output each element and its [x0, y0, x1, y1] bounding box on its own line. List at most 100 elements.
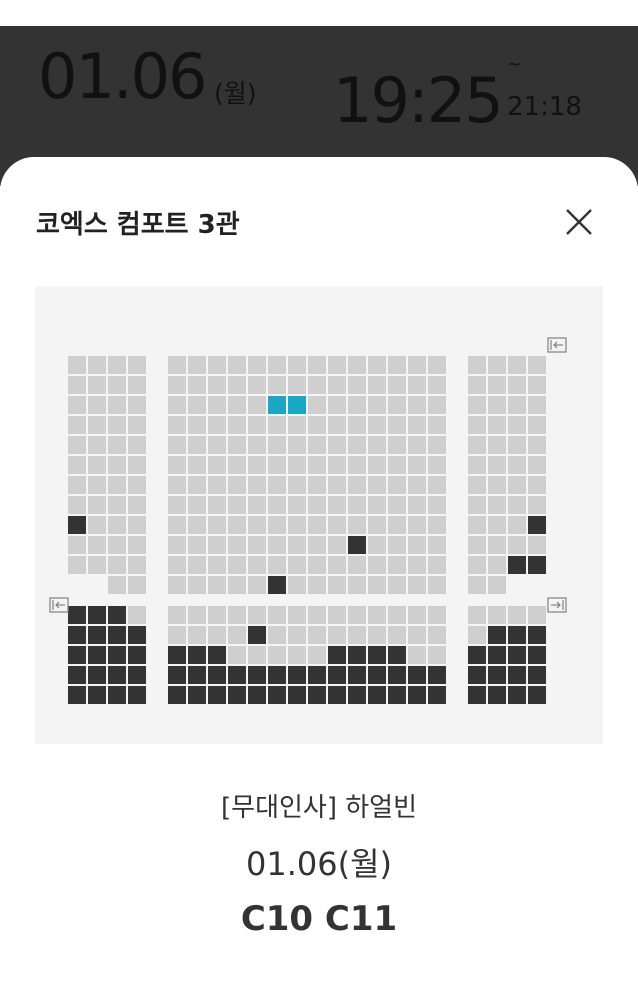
seat-left-4-0[interactable]	[68, 436, 86, 454]
seat-center-3-12[interactable]	[408, 416, 426, 434]
seat-left-10-2[interactable]	[108, 556, 126, 574]
seat-center-6-11[interactable]	[388, 476, 406, 494]
seat-center-6-1[interactable]	[188, 476, 206, 494]
seat-center-1-5[interactable]	[268, 376, 286, 394]
seat-center-13-3[interactable]	[228, 626, 246, 644]
seat-left-0-1[interactable]	[88, 356, 106, 374]
seat-left-7-3[interactable]	[128, 496, 146, 514]
seat-right-0-2[interactable]	[508, 356, 526, 374]
seat-left-9-3[interactable]	[128, 536, 146, 554]
seat-center-8-12[interactable]	[408, 516, 426, 534]
seat-center-5-6[interactable]	[288, 456, 306, 474]
seat-center-12-7[interactable]	[308, 606, 326, 624]
seat-center-4-9[interactable]	[348, 436, 366, 454]
seat-center-9-11[interactable]	[388, 536, 406, 554]
seat-center-10-8[interactable]	[328, 556, 346, 574]
seat-center-12-11[interactable]	[388, 606, 406, 624]
seat-center-12-5[interactable]	[268, 606, 286, 624]
seat-right-12-2[interactable]	[508, 606, 526, 624]
seat-center-6-5[interactable]	[268, 476, 286, 494]
seat-center-5-3[interactable]	[228, 456, 246, 474]
seat-left-0-2[interactable]	[108, 356, 126, 374]
seat-right-11-0[interactable]	[468, 576, 486, 594]
seat-center-6-0[interactable]	[168, 476, 186, 494]
seat-center-2-2[interactable]	[208, 396, 226, 414]
seat-center-13-13[interactable]	[428, 626, 446, 644]
seat-center-3-5[interactable]	[268, 416, 286, 434]
seat-center-5-2[interactable]	[208, 456, 226, 474]
seat-center-2-7[interactable]	[308, 396, 326, 414]
seat-center-9-6[interactable]	[288, 536, 306, 554]
seat-center-8-4[interactable]	[248, 516, 266, 534]
seat-center-8-13[interactable]	[428, 516, 446, 534]
seat-center-10-13[interactable]	[428, 556, 446, 574]
seat-center-3-7[interactable]	[308, 416, 326, 434]
seat-right-6-1[interactable]	[488, 476, 506, 494]
seat-center-7-8[interactable]	[328, 496, 346, 514]
seat-left-5-1[interactable]	[88, 456, 106, 474]
seat-left-0-0[interactable]	[68, 356, 86, 374]
seat-right-7-0[interactable]	[468, 496, 486, 514]
seat-center-4-8[interactable]	[328, 436, 346, 454]
seat-center-12-4[interactable]	[248, 606, 266, 624]
seat-center-10-12[interactable]	[408, 556, 426, 574]
seat-center-12-6[interactable]	[288, 606, 306, 624]
seat-center-9-13[interactable]	[428, 536, 446, 554]
seat-center-9-1[interactable]	[188, 536, 206, 554]
seat-right-10-1[interactable]	[488, 556, 506, 574]
seat-center-13-0[interactable]	[168, 626, 186, 644]
seat-center-8-1[interactable]	[188, 516, 206, 534]
seat-center-7-2[interactable]	[208, 496, 226, 514]
seat-center-3-4[interactable]	[248, 416, 266, 434]
seat-right-10-0[interactable]	[468, 556, 486, 574]
seat-center-4-6[interactable]	[288, 436, 306, 454]
seat-center-5-10[interactable]	[368, 456, 386, 474]
seat-left-2-1[interactable]	[88, 396, 106, 414]
seat-right-5-1[interactable]	[488, 456, 506, 474]
seat-center-2-9[interactable]	[348, 396, 366, 414]
seat-right-3-0[interactable]	[468, 416, 486, 434]
seat-right-3-1[interactable]	[488, 416, 506, 434]
seat-left-7-2[interactable]	[108, 496, 126, 514]
seat-center-11-12[interactable]	[408, 576, 426, 594]
seat-right-9-1[interactable]	[488, 536, 506, 554]
seat-center-7-1[interactable]	[188, 496, 206, 514]
seat-center-11-1[interactable]	[188, 576, 206, 594]
seat-right-6-2[interactable]	[508, 476, 526, 494]
seat-left-7-0[interactable]	[68, 496, 86, 514]
seat-right-12-3[interactable]	[528, 606, 546, 624]
seat-left-5-0[interactable]	[68, 456, 86, 474]
seat-left-11-2[interactable]	[108, 576, 126, 594]
seat-left-5-2[interactable]	[108, 456, 126, 474]
seat-center-11-7[interactable]	[308, 576, 326, 594]
seat-center-7-3[interactable]	[228, 496, 246, 514]
seat-center-0-13[interactable]	[428, 356, 446, 374]
seat-center-9-5[interactable]	[268, 536, 286, 554]
seat-center-8-7[interactable]	[308, 516, 326, 534]
seat-center-0-4[interactable]	[248, 356, 266, 374]
seat-center-7-13[interactable]	[428, 496, 446, 514]
seat-center-0-9[interactable]	[348, 356, 366, 374]
seat-center-10-0[interactable]	[168, 556, 186, 574]
seat-right-6-3[interactable]	[528, 476, 546, 494]
seat-center-1-7[interactable]	[308, 376, 326, 394]
seat-right-8-1[interactable]	[488, 516, 506, 534]
seat-center-11-11[interactable]	[388, 576, 406, 594]
seat-center-3-9[interactable]	[348, 416, 366, 434]
seat-center-11-6[interactable]	[288, 576, 306, 594]
seat-right-1-2[interactable]	[508, 376, 526, 394]
seat-center-3-8[interactable]	[328, 416, 346, 434]
seat-right-6-0[interactable]	[468, 476, 486, 494]
seat-right-5-2[interactable]	[508, 456, 526, 474]
seat-right-2-1[interactable]	[488, 396, 506, 414]
seat-right-12-0[interactable]	[468, 606, 486, 624]
seat-center-2-11[interactable]	[388, 396, 406, 414]
seat-center-3-11[interactable]	[388, 416, 406, 434]
seat-center-1-2[interactable]	[208, 376, 226, 394]
seat-left-6-1[interactable]	[88, 476, 106, 494]
seat-center-6-10[interactable]	[368, 476, 386, 494]
seat-left-10-1[interactable]	[88, 556, 106, 574]
seat-left-3-1[interactable]	[88, 416, 106, 434]
seat-center-14-5[interactable]	[268, 646, 286, 664]
seat-left-11-3[interactable]	[128, 576, 146, 594]
